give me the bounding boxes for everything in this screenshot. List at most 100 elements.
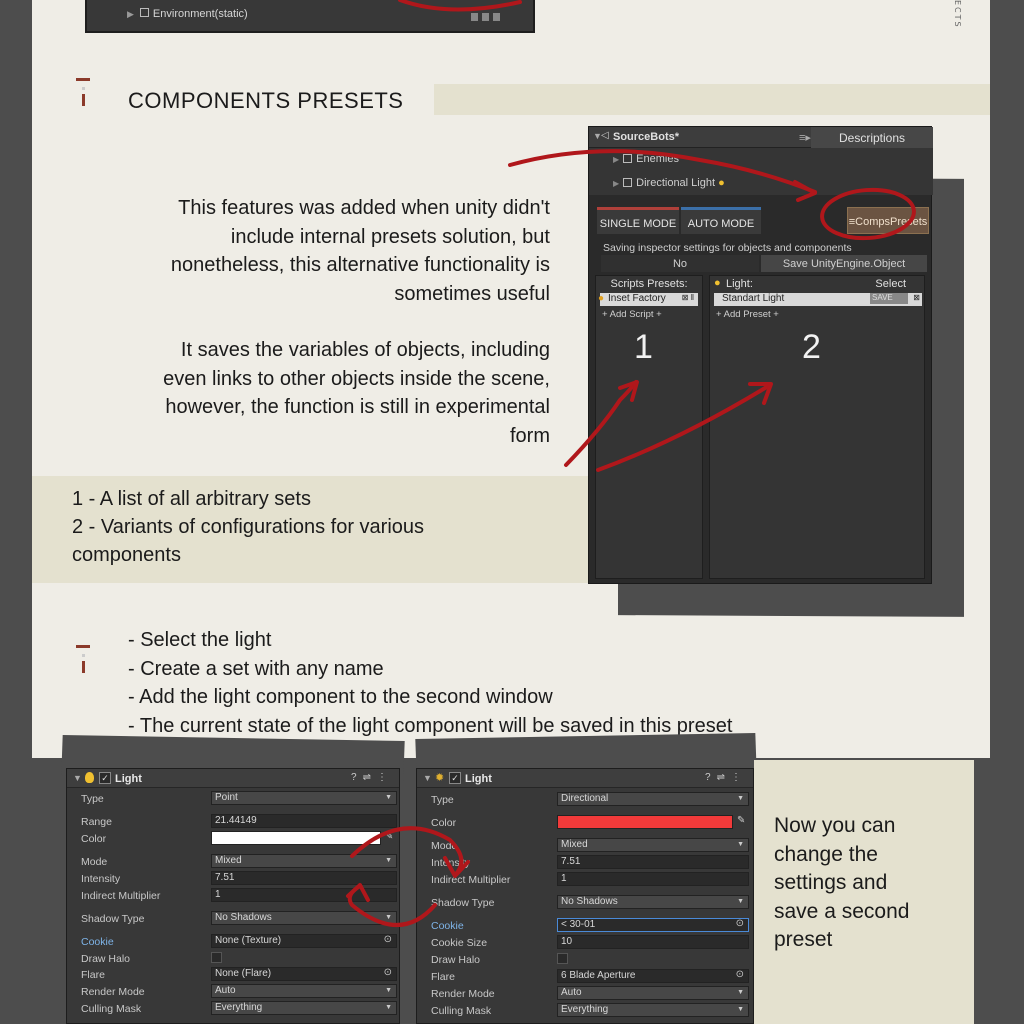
mode-dropdown[interactable]: Mixed xyxy=(557,838,749,852)
list-item: components xyxy=(72,544,181,566)
lightbulb-icon: ● xyxy=(718,177,725,189)
tab-comps-presets[interactable]: ≡CompsPresets xyxy=(847,207,929,234)
hierarchy-item-directional-light[interactable]: ▶ Directional Light ● xyxy=(613,177,725,189)
list-band: 1 - A list of all arbitrary sets 2 - Var… xyxy=(32,476,590,583)
shadow-type-dropdown[interactable]: No Shadows xyxy=(211,911,397,925)
light-preset-item[interactable]: Standart Light SAVE ⊠ xyxy=(714,293,922,306)
save-object-button[interactable]: Save UnityEngine.Object xyxy=(761,255,927,272)
component-title: Light xyxy=(465,773,492,785)
color-swatch[interactable] xyxy=(211,831,381,845)
prop-label: Intensity xyxy=(431,857,471,869)
descriptions-button[interactable]: Descriptions xyxy=(811,127,933,148)
range-field[interactable]: 21.44149 xyxy=(211,814,397,828)
prop-label: Color xyxy=(431,817,457,829)
culling-mask-dropdown[interactable]: Everything xyxy=(211,1001,397,1015)
prop-label: Color xyxy=(81,833,107,845)
prop-label: Cookie Size xyxy=(431,937,488,949)
enabled-checkbox[interactable]: ✓ xyxy=(449,772,461,784)
prop-label: Culling Mask xyxy=(431,1005,492,1017)
collapse-arrow-icon[interactable]: ▼ xyxy=(73,773,82,783)
lightbulb-icon: ● xyxy=(598,293,605,304)
prop-label: Indirect Multiplier xyxy=(431,874,511,886)
draw-halo-checkbox[interactable] xyxy=(211,952,222,963)
collapse-arrow-icon[interactable]: ▼ xyxy=(423,773,432,783)
prop-label: Mode xyxy=(81,856,108,868)
type-dropdown[interactable]: Directional xyxy=(557,792,749,806)
save-row: No Save UnityEngine.Object xyxy=(601,255,927,272)
list-item: 2 - Variants of configurations for vario… xyxy=(72,516,425,538)
flare-field[interactable]: 6 Blade Aperture xyxy=(557,969,749,983)
prop-label: Range xyxy=(81,816,112,828)
prop-label: Type xyxy=(431,794,454,806)
culling-mask-dropdown[interactable]: Everything xyxy=(557,1003,749,1017)
cube-icon xyxy=(623,178,633,187)
add-preset-button[interactable]: + Add Preset + xyxy=(716,309,779,320)
prop-label: Indirect Multiplier xyxy=(81,890,161,902)
step-item: - Create a set with any name xyxy=(128,657,384,680)
bottom-description: Now you can change the settings and save… xyxy=(774,814,910,951)
cookie-field[interactable]: None (Texture) xyxy=(211,934,397,948)
menu-icon[interactable]: ≡▸ xyxy=(799,131,811,144)
step-item: - Select the light xyxy=(128,629,272,651)
prop-label: Cookie xyxy=(431,920,464,932)
hierarchy-item-enemies[interactable]: ▶ Enemies xyxy=(613,153,679,165)
tab-auto-mode[interactable]: AUTO MODE xyxy=(681,207,761,234)
type-dropdown[interactable]: Point xyxy=(211,791,397,805)
list-item: 1 - A list of all arbitrary sets xyxy=(72,488,311,510)
remove-icon[interactable]: ⊠ ‖ xyxy=(682,293,694,302)
mode-tabs: SINGLE MODE AUTO MODE ≡CompsPresets xyxy=(595,207,929,235)
prop-label: Draw Halo xyxy=(81,953,131,965)
no-button[interactable]: No xyxy=(601,255,759,272)
directional-light-icon: ✹ xyxy=(435,772,445,784)
render-mode-dropdown[interactable]: Auto xyxy=(557,986,749,1000)
indirect-multiplier-field[interactable]: 1 xyxy=(557,872,749,886)
annotation-number-2: 2 xyxy=(802,328,821,366)
remove-icon[interactable]: ⊠ xyxy=(913,293,920,302)
comps-presets-window: ▼ ◁ SourceBots* ≡▸ Descriptions ▶ Enemies… xyxy=(588,126,933,584)
add-script-button[interactable]: + Add Script + xyxy=(602,309,662,320)
hierarchy-header: ▼ ◁ SourceBots* ≡▸ Descriptions xyxy=(589,127,933,148)
lightbulb-icon xyxy=(85,772,94,783)
header-controls-icon[interactable]: ?⇌⋮ xyxy=(351,772,393,783)
color-swatch[interactable] xyxy=(557,815,733,829)
eyedropper-icon[interactable]: ✎ xyxy=(385,831,393,842)
prop-label: Intensity xyxy=(81,873,121,885)
intensity-field[interactable]: 7.51 xyxy=(557,855,749,869)
hierarchy-item-label: Environment(static) xyxy=(152,8,248,20)
enabled-checkbox[interactable]: ✓ xyxy=(99,772,111,784)
cube-icon xyxy=(139,8,149,17)
intensity-field[interactable]: 7.51 xyxy=(211,871,397,885)
select-button[interactable]: Select xyxy=(875,278,906,290)
prop-label: Cookie xyxy=(81,936,114,948)
tab-single-mode[interactable]: SINGLE MODE xyxy=(597,207,679,234)
prop-label: Type xyxy=(81,793,104,805)
top-screenshot: ▶ Environment(static) xyxy=(85,0,535,33)
eyedropper-icon[interactable]: ✎ xyxy=(737,815,745,826)
cube-icon xyxy=(623,154,633,163)
header-controls-icon[interactable]: ?⇌⋮ xyxy=(705,772,747,783)
section-marker xyxy=(76,645,90,673)
cookie-size-field[interactable]: 10 xyxy=(557,935,749,949)
draw-halo-checkbox[interactable] xyxy=(557,953,568,964)
info-text: Saving inspector settings for objects an… xyxy=(603,242,852,254)
cookie-field[interactable]: < 30-01 xyxy=(557,918,749,932)
prop-label: Culling Mask xyxy=(81,1003,142,1015)
preset-save-button[interactable]: SAVE xyxy=(870,293,908,304)
prop-label: Render Mode xyxy=(81,986,145,998)
scene-icon: ◁ xyxy=(601,130,609,141)
prop-label: Draw Halo xyxy=(431,954,481,966)
title-band xyxy=(434,84,990,115)
flare-field[interactable]: None (Flare) xyxy=(211,967,397,981)
expand-arrow-icon[interactable]: ▶ xyxy=(127,9,134,19)
mode-dropdown[interactable]: Mixed xyxy=(211,854,397,868)
render-mode-dropdown[interactable]: Auto xyxy=(211,984,397,998)
lightbulb-icon: ● xyxy=(714,277,721,289)
script-preset-item[interactable]: ● Inset Factory ⊠ ‖ xyxy=(598,293,698,306)
inspector-header: ▼ ✓ Light ?⇌⋮ xyxy=(67,769,399,788)
hierarchy-row[interactable]: ▶ Environment(static) xyxy=(127,8,248,20)
prop-label: Flare xyxy=(81,969,105,981)
shadow-type-dropdown[interactable]: No Shadows xyxy=(557,895,749,909)
annotation-number-1: 1 xyxy=(634,328,653,366)
indirect-multiplier-field[interactable]: 1 xyxy=(211,888,397,902)
steps-list: - Select the light - Create a set with a… xyxy=(128,626,732,740)
